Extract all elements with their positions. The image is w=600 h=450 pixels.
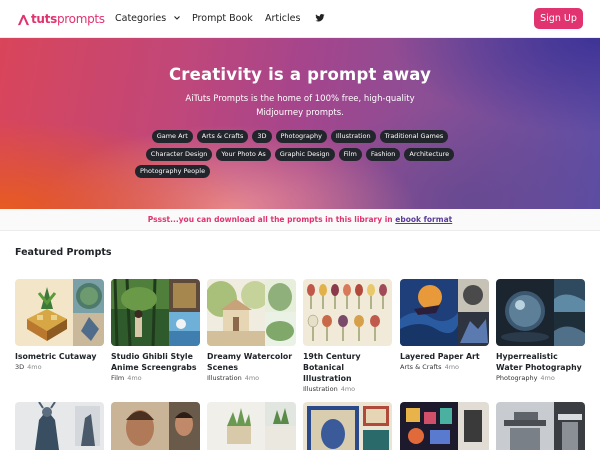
category-chips-row-3: Photography People — [135, 165, 211, 178]
logo-mark-icon — [17, 14, 30, 25]
card-age: 4mo — [340, 385, 356, 393]
chip-game-art[interactable]: Game Art — [151, 130, 193, 143]
card-category[interactable]: Illustration — [303, 385, 338, 393]
logo[interactable]: Ai tutsprompts — [17, 11, 105, 27]
chip-traditional-games[interactable]: Traditional Games — [379, 130, 449, 143]
card-category[interactable]: Arts & Crafts — [400, 363, 442, 371]
card-thumbnail[interactable] — [15, 279, 104, 346]
card-age: 4mo — [127, 374, 142, 382]
twitter-icon[interactable] — [315, 13, 325, 23]
chip-3d[interactable]: 3D — [252, 130, 272, 143]
category-chips-row-1: Game Art Arts & Crafts 3D Photography Il… — [0, 130, 600, 143]
featured-heading: Featured Prompts — [15, 247, 112, 258]
logo-text: tutsprompts — [31, 12, 105, 26]
prompt-card-thumbnail[interactable] — [111, 402, 200, 450]
chip-character-design[interactable]: Character Design — [145, 148, 213, 161]
card-category[interactable]: Film — [111, 374, 124, 382]
card-age: 4mo — [540, 374, 555, 382]
chip-graphic-design[interactable]: Graphic Design — [274, 148, 335, 161]
chip-photography[interactable]: Photography — [275, 130, 327, 143]
categories-menu[interactable]: Categories — [115, 12, 181, 26]
chip-your-photo-as[interactable]: Your Photo As — [216, 148, 271, 161]
card-meta: Illustration 4mo — [303, 385, 392, 393]
prompt-card-thumbnail[interactable] — [496, 402, 585, 450]
card-title[interactable]: Studio Ghibli Style Anime Screengrabs — [111, 351, 200, 373]
card-meta: Illustration 4mo — [207, 374, 296, 382]
card-meta: Arts & Crafts 4mo — [400, 363, 489, 371]
chip-arts-crafts[interactable]: Arts & Crafts — [196, 130, 249, 143]
prompt-card-thumbnail[interactable] — [400, 402, 489, 450]
prompt-card[interactable]: 19th Century Botanical Illustration Illu… — [303, 279, 392, 393]
hero-banner: Creativity is a prompt away AiTuts Promp… — [0, 38, 600, 209]
chip-illustration[interactable]: Illustration — [330, 130, 376, 143]
prompt-card[interactable]: Hyperrealistic Water Photography Photogr… — [496, 279, 585, 382]
articles-link[interactable]: Articles — [265, 12, 300, 26]
chip-film[interactable]: Film — [338, 148, 362, 161]
prompt-card[interactable]: Layered Paper Art Arts & Crafts 4mo — [400, 279, 489, 371]
category-chips-row-2: Character Design Your Photo As Graphic D… — [0, 148, 600, 161]
card-meta: Film 4mo — [111, 374, 200, 382]
ebook-notice: Pssst...you can download all the prompts… — [0, 209, 600, 231]
chip-architecture[interactable]: Architecture — [404, 148, 455, 161]
card-title[interactable]: Layered Paper Art — [400, 351, 489, 362]
card-thumbnail[interactable] — [400, 279, 489, 346]
prompt-card-thumbnail[interactable] — [303, 402, 392, 450]
card-title[interactable]: Hyperrealistic Water Photography — [496, 351, 585, 373]
card-meta: 3D 4mo — [15, 363, 104, 371]
prompt-card[interactable]: Dreamy Watercolor Scenes Illustration 4mo — [207, 279, 296, 382]
card-title[interactable]: 19th Century Botanical Illustration — [303, 351, 392, 384]
prompt-card[interactable]: Isometric Cutaway 3D 4mo — [15, 279, 104, 371]
categories-label: Categories — [115, 13, 167, 24]
card-thumbnail[interactable] — [111, 279, 200, 346]
card-age: 4mo — [244, 374, 260, 382]
card-thumbnail[interactable] — [303, 279, 392, 346]
prompt-card-thumbnail[interactable] — [15, 402, 104, 450]
notice-text: Pssst...you can download all the prompts… — [147, 215, 393, 224]
chip-photography-people[interactable]: Photography People — [135, 165, 211, 178]
card-title[interactable]: Isometric Cutaway — [15, 351, 104, 362]
hero-title: Creativity is a prompt away — [168, 65, 432, 84]
prompt-card-thumbnail[interactable] — [207, 402, 296, 450]
prompt-card[interactable]: Studio Ghibli Style Anime Screengrabs Fi… — [111, 279, 200, 382]
card-meta: Photography 4mo — [496, 374, 585, 382]
card-category[interactable]: 3D — [15, 363, 24, 371]
card-thumbnail[interactable] — [207, 279, 296, 346]
card-thumbnail[interactable] — [496, 279, 585, 346]
card-age: 4mo — [444, 363, 460, 371]
hero-subtitle: AiTuts Prompts is the home of 100% free,… — [185, 94, 415, 118]
card-age: 4mo — [27, 363, 42, 371]
card-title[interactable]: Dreamy Watercolor Scenes — [207, 351, 296, 373]
card-category[interactable]: Photography — [496, 374, 537, 382]
chip-fashion[interactable]: Fashion — [365, 148, 401, 161]
sign-up-button[interactable]: Sign Up — [534, 8, 583, 29]
ebook-link[interactable]: ebook format — [395, 215, 452, 224]
card-category[interactable]: Illustration — [207, 374, 242, 382]
prompt-book-link[interactable]: Prompt Book — [192, 12, 253, 26]
top-nav: Ai tutsprompts Categories Prompt Book Ar… — [0, 0, 600, 38]
chevron-down-icon — [174, 16, 181, 20]
